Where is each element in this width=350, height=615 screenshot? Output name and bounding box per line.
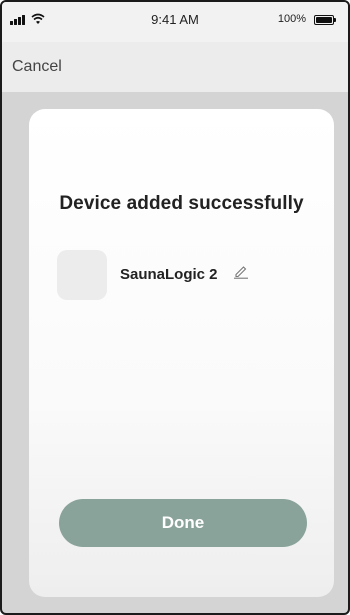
phone-frame: 9:41 AM 100% Cancel Device added success…: [0, 0, 350, 615]
done-button[interactable]: Done: [59, 499, 307, 547]
battery-percent: 100%: [277, 13, 306, 25]
pencil-icon[interactable]: [233, 263, 249, 279]
device-row: SaunaLogic 2: [57, 250, 307, 302]
battery-icon: [314, 15, 336, 25]
status-bar: 9:41 AM 100%: [2, 2, 348, 42]
header-bar: Cancel: [2, 42, 348, 92]
success-card: Device added successfully SaunaLogic 2 D…: [29, 109, 334, 597]
cancel-button[interactable]: Cancel: [12, 58, 62, 76]
device-thumbnail: [57, 250, 107, 300]
device-name: SaunaLogic 2: [120, 266, 218, 283]
card-title: Device added successfully: [59, 193, 304, 214]
